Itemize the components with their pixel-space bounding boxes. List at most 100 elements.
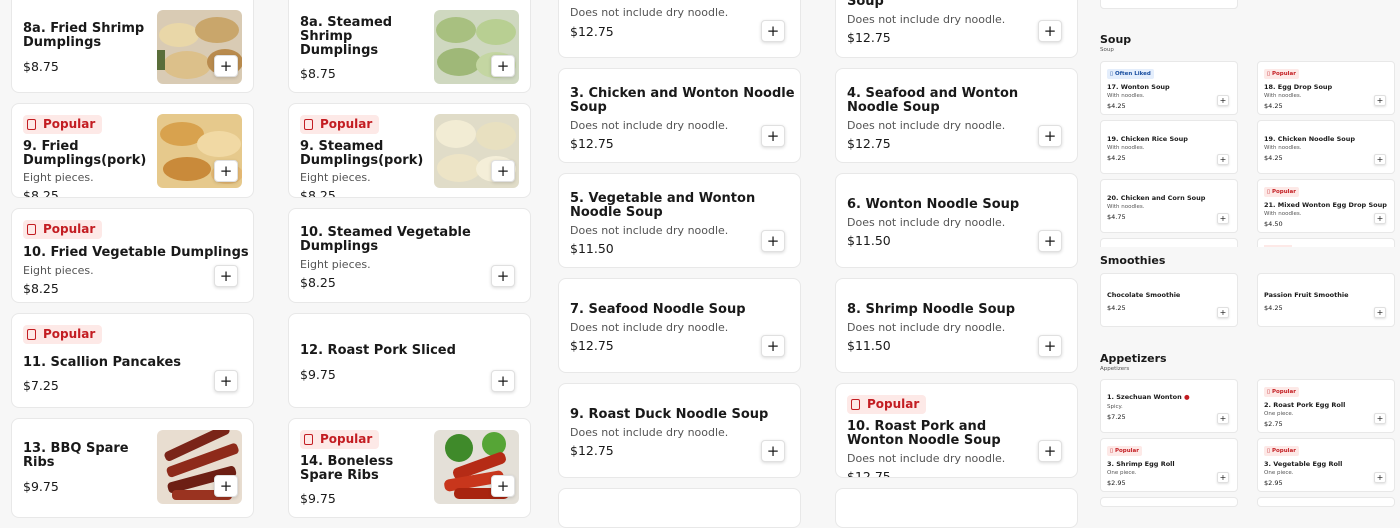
menu-item-card[interactable]: ▯ Often Liked 17. Wonton Soup With noodl…: [1100, 61, 1238, 115]
add-button[interactable]: +: [1217, 413, 1229, 424]
menu-item-card[interactable]: Chocolate Smoothie $4.25 +: [1100, 273, 1238, 327]
popular-icon: [304, 119, 313, 130]
item-title: 9. Roast Duck Noodle Soup: [570, 407, 769, 422]
menu-item-card[interactable]: [1257, 238, 1395, 247]
menu-item-card[interactable]: [1257, 497, 1395, 507]
add-button[interactable]: +: [491, 265, 515, 287]
menu-item-card[interactable]: ▯ Popular 3. Shrimp Egg Roll One piece. …: [1100, 438, 1238, 492]
menu-item-card[interactable]: Popular 11. Scallion Pancakes $7.25 +: [11, 313, 254, 408]
add-button[interactable]: +: [1217, 213, 1229, 224]
menu-item-card[interactable]: 20. Chicken and Corn Soup With noodles. …: [1100, 179, 1238, 233]
add-button[interactable]: +: [761, 335, 785, 357]
menu-item-card[interactable]: 8. Shrimp Noodle Soup Does not include d…: [835, 278, 1078, 373]
add-button[interactable]: +: [491, 475, 515, 497]
add-button[interactable]: +: [1217, 472, 1229, 483]
item-title: 19. Chicken Rice Soup: [1107, 135, 1188, 143]
add-button[interactable]: +: [214, 55, 238, 77]
item-price: $12.75: [570, 24, 614, 39]
menu-item-card[interactable]: [1100, 238, 1238, 247]
add-button[interactable]: +: [761, 440, 785, 462]
menu-item-card[interactable]: 19. Chicken Noodle Soup With noodles. $4…: [1257, 120, 1395, 174]
menu-item-card[interactable]: 4. Seafood and Wonton Noodle Soup Does n…: [835, 68, 1078, 163]
section-title: Soup: [1100, 33, 1132, 46]
add-button[interactable]: +: [761, 20, 785, 42]
add-button[interactable]: +: [1374, 307, 1386, 318]
menu-item-card[interactable]: Popular 9. Fried Dumplings(pork) Eight p…: [11, 103, 254, 198]
add-button[interactable]: +: [1374, 213, 1386, 224]
add-button[interactable]: +: [761, 230, 785, 252]
item-title: 14. Boneless Spare Ribs: [300, 454, 394, 483]
menu-item-card[interactable]: 1. Szechuan Wonton ● Spicy. $7.25 +: [1100, 379, 1238, 433]
item-title: 10. Steamed Vegetable Dumplings: [300, 225, 471, 254]
menu-item-card[interactable]: 6. Wonton Noodle Soup Does not include d…: [835, 173, 1078, 268]
add-button[interactable]: +: [214, 370, 238, 392]
item-title: 10. Fried Vegetable Dumplings: [23, 245, 249, 260]
item-price: $8.25: [23, 281, 59, 296]
menu-item-card[interactable]: 12. Roast Pork Sliced $9.75 +: [288, 313, 531, 408]
menu-item-card[interactable]: [1100, 497, 1238, 507]
add-button[interactable]: +: [214, 265, 238, 287]
item-price: $12.75: [570, 443, 614, 458]
item-description: Does not include dry noodle.: [847, 216, 1006, 229]
item-description: With noodles.: [1264, 145, 1302, 151]
add-button[interactable]: +: [1217, 95, 1229, 106]
item-price: $4.25: [1264, 102, 1283, 110]
add-button[interactable]: +: [761, 125, 785, 147]
add-button[interactable]: +: [1038, 230, 1062, 252]
menu-item-card[interactable]: [558, 488, 801, 528]
menu-item-card[interactable]: Popular 9. Steamed Dumplings(pork) Eight…: [288, 103, 531, 198]
item-price: $8.25: [300, 188, 336, 198]
menu-item-card[interactable]: 7. Seafood Noodle Soup Does not include …: [558, 278, 801, 373]
menu-item-card[interactable]: 19. Chicken Rice Soup With noodles. $4.2…: [1100, 120, 1238, 174]
item-price: $4.50: [1264, 220, 1283, 228]
menu-item-card[interactable]: 13. BBQ Spare Ribs $9.75 +: [11, 418, 254, 518]
add-button[interactable]: +: [491, 370, 515, 392]
menu-item-card[interactable]: Soup Does not include dry noodle. $12.75…: [835, 0, 1078, 58]
popular-icon: [851, 399, 860, 410]
add-button[interactable]: +: [1038, 20, 1062, 42]
menu-item-card[interactable]: Popular 14. Boneless Spare Ribs $9.75 +: [288, 418, 531, 518]
popular-badge: Popular: [23, 115, 103, 134]
menu-item-card[interactable]: 3. Chicken and Wonton Noodle Soup Does n…: [558, 68, 801, 163]
item-description: With noodles.: [1264, 93, 1302, 99]
menu-item-card[interactable]: Passion Fruit Smoothie $4.25 +: [1257, 273, 1395, 327]
add-button[interactable]: +: [1374, 413, 1386, 424]
add-button[interactable]: +: [1374, 95, 1386, 106]
add-button[interactable]: +: [1217, 307, 1229, 318]
add-button[interactable]: +: [491, 55, 515, 77]
add-button[interactable]: +: [214, 475, 238, 497]
item-description: Does not include dry noodle.: [570, 6, 729, 19]
add-button[interactable]: +: [1038, 125, 1062, 147]
add-button[interactable]: +: [1374, 472, 1386, 483]
menu-item-card[interactable]: 8a. Steamed Shrimp Dumplings $8.75 +: [288, 0, 531, 93]
add-button[interactable]: +: [1217, 154, 1229, 165]
menu-item-card[interactable]: ▯ Popular 21. Mixed Wonton Egg Drop Soup…: [1257, 179, 1395, 233]
add-button[interactable]: +: [1374, 154, 1386, 165]
item-price: $8.75: [300, 66, 336, 81]
menu-item-card[interactable]: ▯ Popular 2. Roast Pork Egg Roll One pie…: [1257, 379, 1395, 433]
menu-item-card[interactable]: [1100, 0, 1238, 9]
item-description: Does not include dry noodle.: [570, 119, 729, 132]
menu-item-card[interactable]: 9. Roast Duck Noodle Soup Does not inclu…: [558, 383, 801, 478]
menu-item-card[interactable]: [835, 488, 1078, 528]
add-button[interactable]: +: [214, 160, 238, 182]
menu-item-card[interactable]: Popular 10. Fried Vegetable Dumplings Ei…: [11, 208, 254, 303]
menu-item-card[interactable]: 8a. Fried Shrimp Dumplings $8.75 +: [11, 0, 254, 93]
add-button[interactable]: +: [1038, 335, 1062, 357]
item-price: $7.25: [1107, 413, 1126, 421]
menu-item-card[interactable]: 5. Vegetable and Wonton Noodle Soup Does…: [558, 173, 801, 268]
item-description: With noodles.: [1107, 93, 1145, 99]
item-price: $12.75: [570, 338, 614, 353]
item-price: $4.25: [1107, 102, 1126, 110]
menu-item-card[interactable]: ▯ Popular 18. Egg Drop Soup With noodles…: [1257, 61, 1395, 115]
add-button[interactable]: +: [491, 160, 515, 182]
section-title: Appetizers: [1100, 352, 1167, 365]
item-title: 6. Wonton Noodle Soup: [847, 197, 1020, 212]
menu-item-card[interactable]: Does not include dry noodle. $12.75 +: [558, 0, 801, 58]
item-description: With noodles.: [1107, 145, 1145, 151]
menu-item-card[interactable]: Popular 10. Roast Pork and Wonton Noodle…: [835, 383, 1078, 478]
add-button[interactable]: +: [1038, 440, 1062, 462]
popular-badge: ▯ Popular: [1264, 187, 1299, 197]
menu-item-card[interactable]: ▯ Popular 3. Vegetable Egg Roll One piec…: [1257, 438, 1395, 492]
menu-item-card[interactable]: 10. Steamed Vegetable Dumplings Eight pi…: [288, 208, 531, 303]
